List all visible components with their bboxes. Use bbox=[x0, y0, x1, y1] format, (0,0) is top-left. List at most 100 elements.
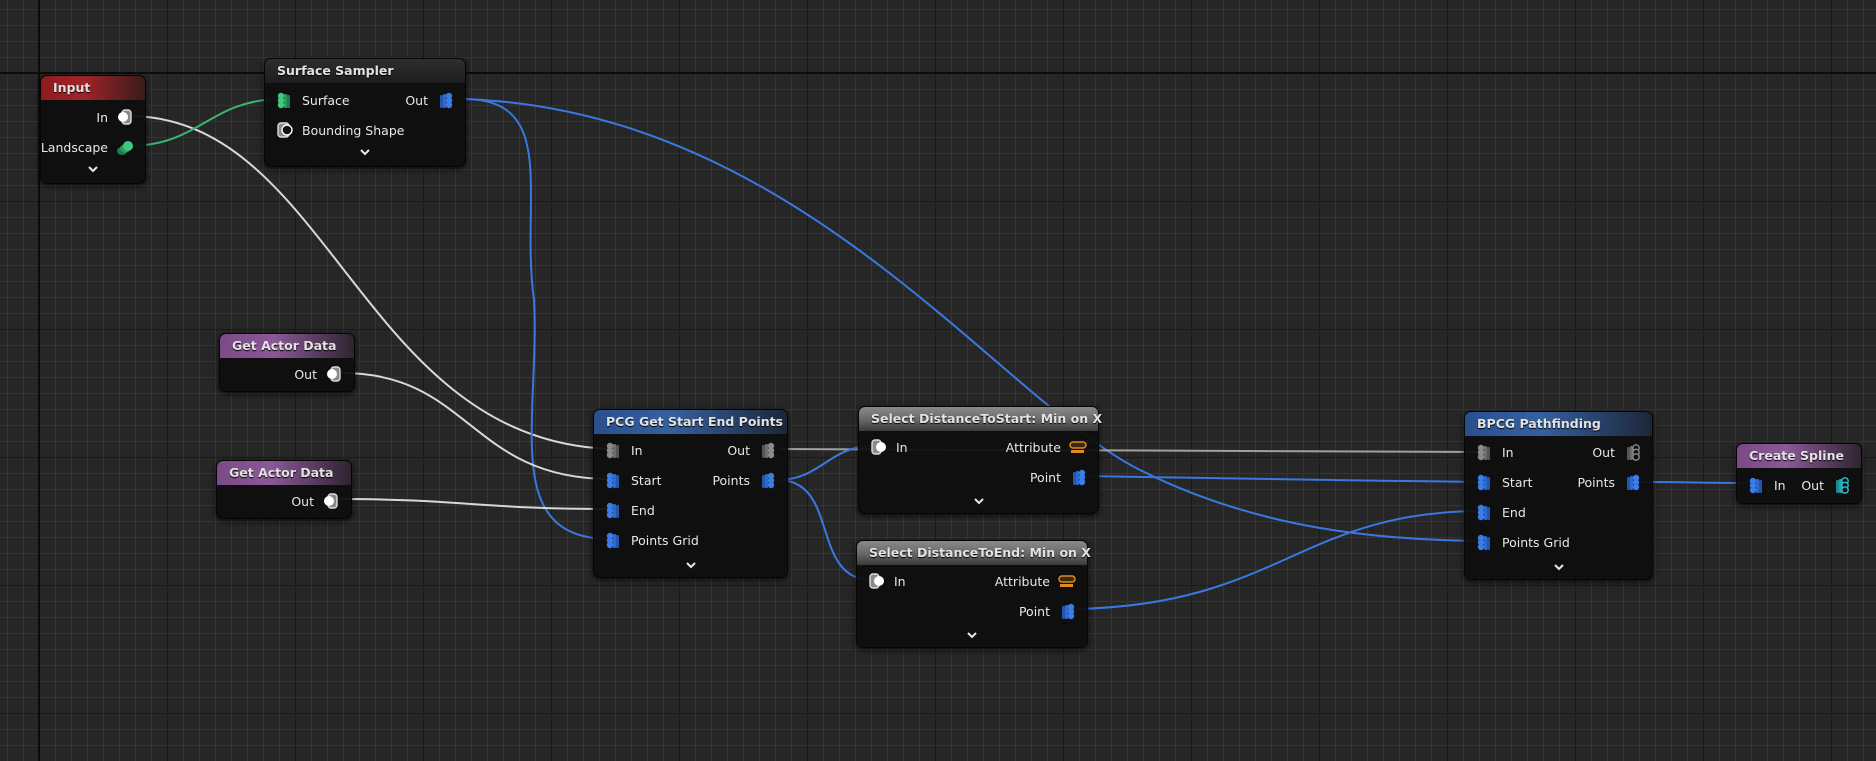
pin-any-icon[interactable] bbox=[115, 107, 135, 127]
pin-row-in[interactable]: In bbox=[1475, 442, 1521, 462]
point-pin-icon[interactable] bbox=[604, 530, 624, 550]
pin-label: Points Grid bbox=[631, 532, 699, 548]
point-pin-icon[interactable] bbox=[757, 470, 777, 490]
point-pin-icon[interactable] bbox=[1475, 472, 1495, 492]
node-title: Select DistanceToEnd: Min on X bbox=[857, 541, 1091, 565]
spline-pin-icon[interactable] bbox=[1831, 475, 1851, 495]
pin-label: Start bbox=[1502, 474, 1533, 490]
pin-row-points[interactable]: Points bbox=[705, 470, 777, 490]
point-pin-icon[interactable] bbox=[604, 500, 624, 520]
wire-select-end-to-bpcg-end[interactable] bbox=[1074, 510, 1484, 610]
pin-label: Attribute bbox=[994, 573, 1050, 589]
pin-label: In bbox=[1774, 477, 1786, 493]
pin-row-in[interactable]: In bbox=[869, 437, 915, 457]
pin-row-start[interactable]: Start bbox=[1475, 472, 1540, 492]
pin-row-out[interactable]: Out bbox=[1585, 442, 1642, 462]
point-pin-icon[interactable] bbox=[604, 470, 624, 490]
pin-row-out[interactable]: Out bbox=[287, 364, 344, 384]
surface-pin-icon[interactable] bbox=[275, 90, 295, 110]
point-pin-icon[interactable] bbox=[435, 90, 455, 110]
any-collection-pin-icon[interactable] bbox=[1475, 442, 1495, 462]
node-title: Surface Sampler bbox=[265, 59, 465, 83]
pin-row-attribute[interactable]: Attribute bbox=[999, 437, 1088, 457]
node-surface-sampler[interactable]: Surface Sampler Surface Bounding Shape O… bbox=[264, 58, 466, 167]
node-select-distance-to-end[interactable]: Select DistanceToEnd: Min on X In Attrib… bbox=[856, 540, 1091, 648]
pin-row-points-grid[interactable]: Points Grid bbox=[604, 530, 706, 550]
expand-chevron-icon[interactable] bbox=[41, 162, 145, 176]
pin-label: Out bbox=[1592, 444, 1615, 460]
pin-label: Points bbox=[1577, 474, 1615, 490]
pin-row-points[interactable]: Points bbox=[1570, 472, 1642, 492]
pin-label: End bbox=[631, 502, 655, 518]
pin-row-bounding-shape[interactable]: Bounding Shape bbox=[275, 120, 411, 140]
pin-label: Start bbox=[631, 472, 662, 488]
pin-label: Bounding Shape bbox=[302, 122, 405, 138]
node-bpcg-pathfinding[interactable]: BPCG Pathfinding In Start End Points Gri… bbox=[1464, 411, 1653, 580]
any-collection-pin-icon[interactable] bbox=[757, 440, 777, 460]
pin-label: In bbox=[894, 573, 906, 589]
point-pin-icon[interactable] bbox=[1475, 502, 1495, 522]
wire-actor2-to-pcg-end[interactable] bbox=[338, 498, 611, 510]
expand-chevron-icon[interactable] bbox=[1465, 560, 1652, 574]
attribute-pin-icon[interactable] bbox=[1057, 571, 1077, 591]
pin-row-attribute[interactable]: Attribute bbox=[988, 571, 1077, 591]
pin-row-in[interactable]: In bbox=[1747, 475, 1793, 495]
pin-label: Point bbox=[1018, 603, 1050, 619]
pin-label: Attribute bbox=[1005, 439, 1061, 455]
wire-select-start-to-bpcg-start[interactable] bbox=[1084, 475, 1484, 483]
pin-row-out[interactable]: Out bbox=[398, 90, 455, 110]
pin-any-icon[interactable] bbox=[324, 364, 344, 384]
node-title: Get Actor Data bbox=[220, 334, 354, 358]
expand-chevron-icon[interactable] bbox=[265, 145, 465, 159]
node-title: Get Actor Data bbox=[217, 461, 351, 485]
node-pcg-get-start-end-points[interactable]: PCG Get Start End Points In Start End Po… bbox=[593, 409, 788, 578]
spatial-pin-icon[interactable] bbox=[275, 120, 295, 140]
pin-row-end[interactable]: End bbox=[604, 500, 662, 520]
node-title: PCG Get Start End Points bbox=[594, 410, 787, 434]
pin-row-surface[interactable]: Surface bbox=[275, 90, 357, 110]
pin-row-points-grid[interactable]: Points Grid bbox=[1475, 532, 1577, 552]
node-title: Create Spline bbox=[1737, 444, 1861, 468]
node-get-actor-data-1[interactable]: Get Actor Data Out bbox=[219, 333, 355, 392]
pin-row-start[interactable]: Start bbox=[604, 470, 669, 490]
point-pin-icon[interactable] bbox=[1622, 472, 1642, 492]
pin-row-out[interactable]: Out bbox=[284, 491, 341, 511]
pin-label: In bbox=[896, 439, 908, 455]
point-pin-icon[interactable] bbox=[1068, 467, 1088, 487]
attribute-pin-icon[interactable] bbox=[1068, 437, 1088, 457]
pin-row-in[interactable]: In bbox=[89, 107, 135, 127]
wire-sampler-out-to-pcg-grid[interactable] bbox=[463, 98, 611, 540]
expand-chevron-icon[interactable] bbox=[859, 494, 1098, 508]
point-pin-icon[interactable] bbox=[1747, 475, 1767, 495]
pin-row-in[interactable]: In bbox=[604, 440, 650, 460]
pin-label: Out bbox=[1801, 477, 1824, 493]
wire-landscape-to-surface[interactable] bbox=[127, 98, 283, 147]
any-collection-pin-icon[interactable] bbox=[604, 440, 624, 460]
node-get-actor-data-2[interactable]: Get Actor Data Out bbox=[216, 460, 352, 519]
any-collection-pin-icon[interactable] bbox=[1622, 442, 1642, 462]
wire-actor1-to-pcg-start[interactable] bbox=[341, 372, 611, 480]
pin-label: Surface bbox=[302, 92, 350, 108]
pin-label: Out bbox=[294, 366, 317, 382]
node-create-spline[interactable]: Create Spline In Out bbox=[1736, 443, 1862, 504]
expand-chevron-icon[interactable] bbox=[594, 558, 787, 572]
pin-any-icon[interactable] bbox=[869, 437, 889, 457]
pin-row-point[interactable]: Point bbox=[1012, 601, 1077, 621]
pin-any-icon[interactable] bbox=[321, 491, 341, 511]
pin-row-out[interactable]: Out bbox=[720, 440, 777, 460]
pin-row-point[interactable]: Point bbox=[1023, 467, 1088, 487]
point-pin-icon[interactable] bbox=[1475, 532, 1495, 552]
node-input[interactable]: Input In Landscape bbox=[40, 75, 146, 184]
point-pin-icon[interactable] bbox=[1057, 601, 1077, 621]
landscape-pin-icon[interactable] bbox=[115, 137, 135, 157]
pin-row-in[interactable]: In bbox=[867, 571, 913, 591]
pin-row-out[interactable]: Out bbox=[1794, 475, 1851, 495]
pin-any-icon[interactable] bbox=[867, 571, 887, 591]
pin-label: Out bbox=[291, 493, 314, 509]
pin-row-landscape[interactable]: Landscape bbox=[34, 137, 135, 157]
pin-row-end[interactable]: End bbox=[1475, 502, 1533, 522]
node-select-distance-to-start[interactable]: Select DistanceToStart: Min on X In Attr… bbox=[858, 406, 1102, 514]
pin-label: End bbox=[1502, 504, 1526, 520]
pin-label: Points Grid bbox=[1502, 534, 1570, 550]
expand-chevron-icon[interactable] bbox=[857, 628, 1087, 642]
